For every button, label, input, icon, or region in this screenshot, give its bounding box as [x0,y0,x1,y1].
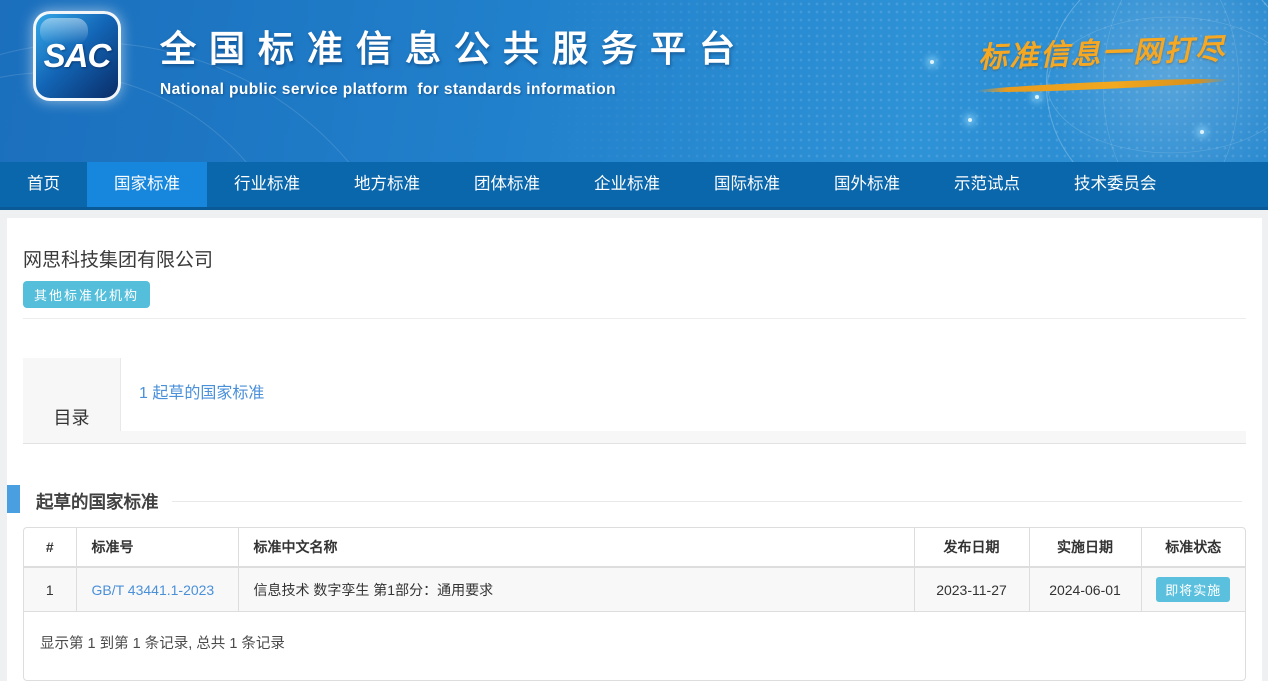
status-badge: 即将实施 [1156,577,1230,602]
decor-dot [1200,130,1204,134]
standards-table: # 标准号 标准中文名称 发布日期 实施日期 标准状态 1 GB/T 43441… [24,528,1245,612]
col-status: 标准状态 [1141,528,1245,567]
org-type-badge: 其他标准化机构 [23,281,150,308]
section-title-line [172,501,1243,502]
nav-item-industry-standards[interactable]: 行业标准 [207,162,327,207]
main-nav: 首页 国家标准 行业标准 地方标准 团体标准 企业标准 国际标准 国外标准 示范… [0,162,1268,210]
table-row: 1 GB/T 43441.1-2023 信息技术 数字孪生 第1部分：通用要求 … [24,567,1245,612]
nav-item-national-standards[interactable]: 国家标准 [87,162,207,207]
table-summary: 显示第 1 到第 1 条记录, 总共 1 条记录 [24,612,1245,680]
section-header: 起草的国家标准 [23,489,1246,514]
toc-label-cell: 目录 [23,358,120,443]
sac-logo[interactable]: SAC [33,11,121,101]
section-title: 起草的国家标准 [36,489,159,514]
nav-item-home[interactable]: 首页 [0,162,87,207]
col-publish-date: 发布日期 [914,528,1029,567]
nav-item-technical-committees[interactable]: 技术委员会 [1047,162,1184,207]
sac-logo-text: SAC [44,37,111,75]
standards-table-container: # 标准号 标准中文名称 发布日期 实施日期 标准状态 1 GB/T 43441… [23,527,1246,681]
standard-no-link[interactable]: GB/T 43441.1-2023 [92,582,215,598]
nav-item-international-standards[interactable]: 国际标准 [687,162,807,207]
cell-publish-date: 2023-11-27 [914,567,1029,612]
decor-dot [968,118,972,122]
site-title: 全国标准信息公共服务平台 [160,20,748,72]
col-implement-date: 实施日期 [1029,528,1141,567]
nav-item-foreign-standards[interactable]: 国外标准 [807,162,927,207]
decor-dot [1035,95,1039,99]
slogan-text: 标准信息一网打尽 [977,26,1226,77]
cell-standard-no: GB/T 43441.1-2023 [76,567,238,612]
toc-label: 目录 [54,404,90,430]
decor-dot [930,60,934,64]
col-standard-no: 标准号 [76,528,238,567]
org-name: 网思科技集团有限公司 [23,218,1246,272]
cell-standard-name: 信息技术 数字孪生 第1部分：通用要求 [238,567,914,612]
nav-item-group-standards[interactable]: 团体标准 [447,162,567,207]
nav-item-local-standards[interactable]: 地方标准 [327,162,447,207]
section-marker [7,485,20,513]
site-header: SAC 全国标准信息公共服务平台 National public service… [0,0,1268,162]
table-header-row: # 标准号 标准中文名称 发布日期 实施日期 标准状态 [24,528,1245,567]
toc: 目录 1 起草的国家标准 [23,358,1246,444]
divider [23,318,1246,319]
toc-link-drafted-national-standards[interactable]: 1 起草的国家标准 [139,385,264,402]
toc-content: 1 起草的国家标准 [120,358,1246,431]
main-content: 网思科技集团有限公司 其他标准化机构 目录 1 起草的国家标准 起草的国家标准 … [7,218,1262,681]
site-titles: 全国标准信息公共服务平台 National public service pla… [160,20,748,99]
cell-implement-date: 2024-06-01 [1029,567,1141,612]
slogan: 标准信息一网打尽 [972,30,1232,89]
col-index: # [24,528,76,567]
nav-item-pilot-demonstration[interactable]: 示范试点 [927,162,1047,207]
cell-index: 1 [24,567,76,612]
site-subtitle: National public service platform for sta… [160,81,748,99]
cell-status: 即将实施 [1141,567,1245,612]
col-standard-name: 标准中文名称 [238,528,914,567]
nav-item-enterprise-standards[interactable]: 企业标准 [567,162,687,207]
